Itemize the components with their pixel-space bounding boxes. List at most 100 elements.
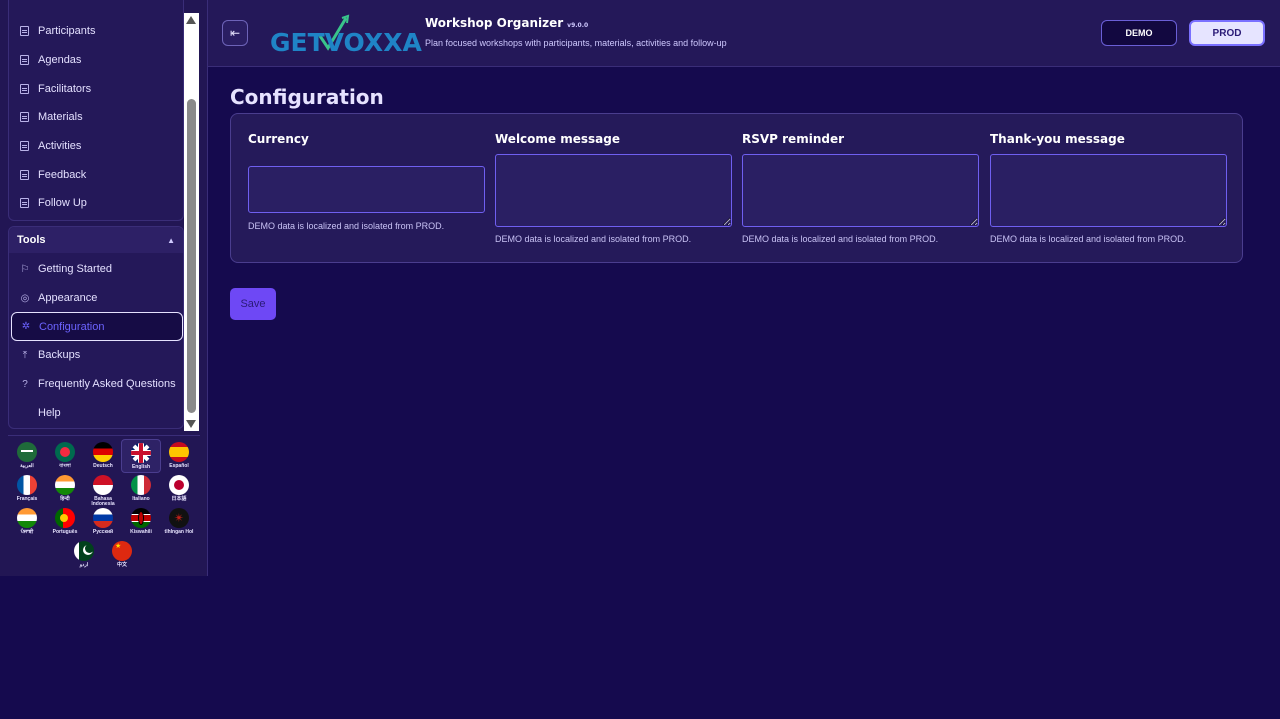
app-subtitle: Plan focused workshops with participants… [425, 38, 727, 48]
question-icon: ? [22, 378, 28, 390]
sidebar-item-label: Materials [38, 111, 83, 123]
field-label: Welcome message [495, 132, 620, 146]
currency-input[interactable] [248, 166, 485, 213]
sidebar-item-label: Frequently Asked Questions [38, 378, 176, 390]
save-button[interactable]: Save [230, 288, 276, 320]
field-hint: DEMO data is localized and isolated from… [742, 234, 939, 244]
language-english[interactable]: English [121, 439, 161, 473]
logo: GETVOXXA [268, 14, 422, 57]
sidebar-item-getting-started[interactable]: ⚐ Getting Started [11, 258, 183, 280]
sidebar-item-activities[interactable]: Activities [19, 135, 81, 157]
language-label: ਪੰਜਾਬੀ [20, 529, 34, 535]
sidebar: Participants Agendas Facilitators Materi… [0, 0, 208, 576]
sidebar-item-label: Activities [38, 140, 82, 152]
sidebar-item-materials[interactable]: Materials [19, 106, 83, 128]
document-icon [19, 26, 30, 37]
configuration-card: Currency DEMO data is localized and isol… [230, 113, 1243, 263]
language-label: Español [169, 463, 189, 469]
russia-flag-icon [93, 508, 113, 528]
field-hint: DEMO data is localized and isolated from… [990, 234, 1187, 244]
prod-button[interactable]: PROD [1189, 20, 1265, 46]
app-title-text: Workshop Organizer [425, 16, 564, 30]
india-flag-icon [17, 508, 37, 528]
italy-flag-icon [131, 475, 151, 495]
indonesia-flag-icon [93, 475, 113, 495]
collapse-sidebar-icon: ⇤ [229, 26, 241, 40]
bangladesh-flag-icon [55, 442, 75, 462]
china-flag-icon: ★ [112, 541, 132, 561]
sidebar-item-faq[interactable]: ? Frequently Asked Questions [11, 373, 183, 395]
sidebar-item-label: Facilitators [38, 83, 92, 95]
sidebar-item-backups[interactable]: ⤒ Backups [11, 344, 183, 366]
language-hindi[interactable]: हिन्दी [45, 475, 85, 507]
language-label: English [131, 464, 151, 470]
language-german[interactable]: Deutsch [83, 442, 123, 474]
sidebar-item-label: Feedback [38, 169, 87, 181]
document-icon [19, 141, 30, 152]
sidebar-item-follow-up[interactable]: Follow Up [19, 192, 87, 214]
sidebar-item-label: Configuration [39, 320, 105, 333]
france-flag-icon [17, 475, 37, 495]
language-portuguese[interactable]: Português [45, 508, 85, 540]
language-indonesian[interactable]: Bahasa Indonesia [83, 475, 123, 507]
sidebar-item-help[interactable]: Help [11, 402, 183, 424]
sidebar-item-label: Agendas [38, 54, 82, 66]
document-icon [19, 198, 30, 209]
sidebar-item-configuration[interactable]: ✲ Configuration [11, 312, 183, 341]
tools-section-title: Tools [17, 234, 46, 246]
document-icon [19, 84, 30, 95]
language-french[interactable]: Français [7, 475, 47, 507]
collapse-sidebar-button[interactable]: ⇤ [222, 20, 248, 46]
germany-flag-icon [93, 442, 113, 462]
field-hint: DEMO data is localized and isolated from… [248, 221, 445, 231]
language-swahili[interactable]: Kiswahili [121, 508, 161, 540]
language-klingon[interactable]: ✴ tlhIngan Hol [159, 508, 199, 540]
sidebar-item-label: Getting Started [38, 263, 112, 275]
app-header: ⇤ GETVOXXA Workshop Organizer v9.0.0 Plan… [208, 0, 1280, 67]
scroll-down-icon[interactable] [186, 420, 196, 428]
chevron-up-icon: ▲ [167, 235, 175, 245]
flag-icon: ⚐ [20, 263, 30, 275]
tools-section-header[interactable]: Tools ▲ [9, 227, 183, 253]
app-title: Workshop Organizer v9.0.0 [425, 16, 588, 30]
klingon-emblem-icon: ✴ [169, 508, 189, 528]
uk-flag-icon [131, 443, 151, 463]
language-label: Français [16, 496, 38, 502]
sidebar-item-feedback[interactable]: Feedback [19, 164, 86, 186]
language-japanese[interactable]: 日本語 [159, 475, 199, 507]
language-label: Kiswahili [130, 529, 152, 535]
language-italian[interactable]: Italiano [121, 475, 161, 507]
sidebar-item-participants[interactable]: Participants [19, 20, 95, 42]
language-label: اردو [79, 562, 89, 568]
sidebar-scrollbar[interactable] [184, 13, 199, 431]
language-arabic[interactable]: العربية [7, 442, 47, 474]
sidebar-item-facilitators[interactable]: Facilitators [19, 78, 91, 100]
language-label: हिन्दी [60, 496, 70, 502]
sidebar-item-appearance[interactable]: ◎ Appearance [11, 287, 183, 309]
logo-text: GETVOXXA [270, 28, 422, 57]
scrollbar-thumb[interactable] [187, 99, 196, 413]
document-icon [19, 170, 30, 181]
nav-card: Participants Agendas Facilitators Materi… [8, 0, 184, 221]
sidebar-item-agendas[interactable]: Agendas [19, 49, 81, 71]
language-punjabi[interactable]: ਪੰਜਾਬੀ [7, 508, 47, 540]
rsvp-reminder-textarea[interactable] [742, 154, 979, 227]
language-label: Bahasa Indonesia [91, 496, 115, 507]
welcome-message-textarea[interactable] [495, 154, 732, 227]
india-flag-icon [55, 475, 75, 495]
sidebar-item-label: Appearance [38, 292, 98, 304]
sidebar-item-label: Backups [38, 349, 81, 361]
gear-icon: ✲ [21, 321, 31, 332]
language-spanish[interactable]: Español [159, 442, 199, 474]
page-title: Configuration [230, 85, 384, 109]
language-urdu[interactable]: اردو [64, 541, 104, 573]
demo-button[interactable]: DEMO [1101, 20, 1177, 46]
thank-you-message-textarea[interactable] [990, 154, 1227, 227]
language-chinese[interactable]: ★ 中文 [102, 541, 142, 573]
language-bengali[interactable]: বাংলা [45, 442, 85, 474]
scroll-up-icon[interactable] [186, 16, 196, 24]
field-label: Thank-you message [990, 132, 1125, 146]
language-russian[interactable]: Русский [83, 508, 123, 540]
kenya-flag-icon [131, 508, 151, 528]
field-hint: DEMO data is localized and isolated from… [495, 234, 692, 244]
